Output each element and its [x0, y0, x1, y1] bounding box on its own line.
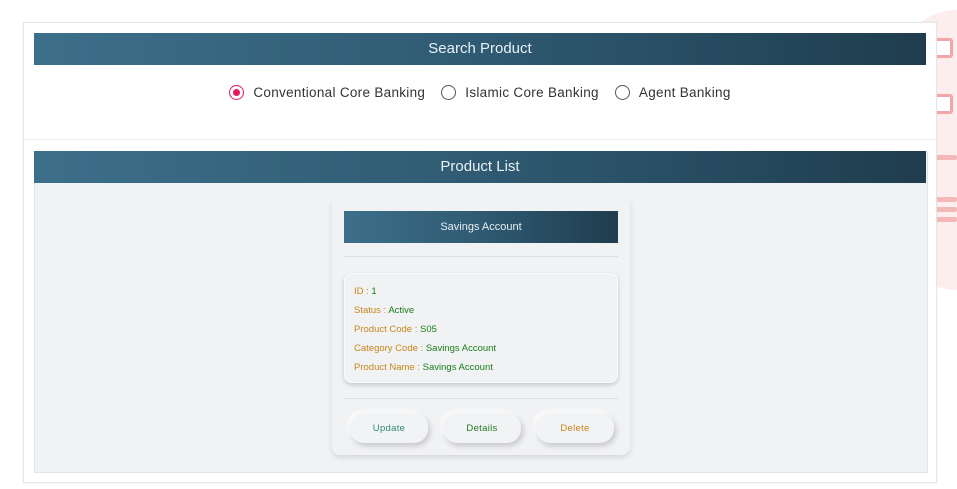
field-value: Savings Account	[425, 343, 497, 354]
field-status: Status : Active	[354, 305, 414, 316]
field-label: Product Code :	[354, 324, 421, 335]
product-list-panel: Product List Savings Account ID : 1 Stat…	[34, 151, 928, 473]
product-card: Savings Account ID : 1 Status : Active P…	[332, 197, 630, 455]
field-label: Category Code :	[354, 343, 426, 354]
field-value: 1	[371, 286, 377, 297]
radio-label: Agent Banking	[638, 85, 731, 100]
radio-agent-banking[interactable]: Agent Banking	[614, 85, 731, 100]
main-panel: Search Product Conventional Core Banking…	[23, 22, 937, 483]
field-id: ID : 1	[354, 286, 377, 297]
radio-islamic-core-banking[interactable]: Islamic Core Banking	[441, 85, 599, 100]
radio-unchecked-icon[interactable]	[441, 85, 457, 100]
card-divider	[344, 256, 618, 257]
card-divider	[344, 398, 618, 399]
field-product-code: Product Code : S05	[354, 324, 437, 335]
search-product-header: Search Product	[34, 33, 926, 65]
field-product-name: Product Name : Savings Account	[354, 362, 493, 373]
delete-button[interactable]: Delete	[536, 413, 614, 443]
field-label: Status :	[354, 305, 389, 316]
details-button[interactable]: Details	[443, 413, 521, 443]
field-value: Savings Account	[422, 362, 493, 373]
update-button[interactable]: Update	[350, 413, 428, 443]
product-list-header: Product List	[34, 151, 926, 183]
product-info-box: ID : 1 Status : Active Product Code : S0…	[344, 273, 618, 383]
field-value: S05	[420, 324, 437, 335]
field-category-code: Category Code : Savings Account	[354, 343, 496, 354]
radio-label: Islamic Core Banking	[465, 85, 599, 100]
field-label: ID :	[354, 286, 372, 297]
radio-checked-icon[interactable]	[229, 85, 245, 100]
section-divider	[24, 139, 936, 140]
radio-unchecked-icon[interactable]	[614, 85, 630, 100]
field-label: Product Name :	[354, 362, 423, 373]
banking-type-radio-group: Conventional Core Banking Islamic Core B…	[24, 85, 936, 103]
radio-conventional-core-banking[interactable]: Conventional Core Banking	[229, 85, 425, 100]
field-value: Active	[388, 305, 415, 316]
product-card-title: Savings Account	[344, 211, 618, 243]
radio-label: Conventional Core Banking	[253, 85, 426, 100]
